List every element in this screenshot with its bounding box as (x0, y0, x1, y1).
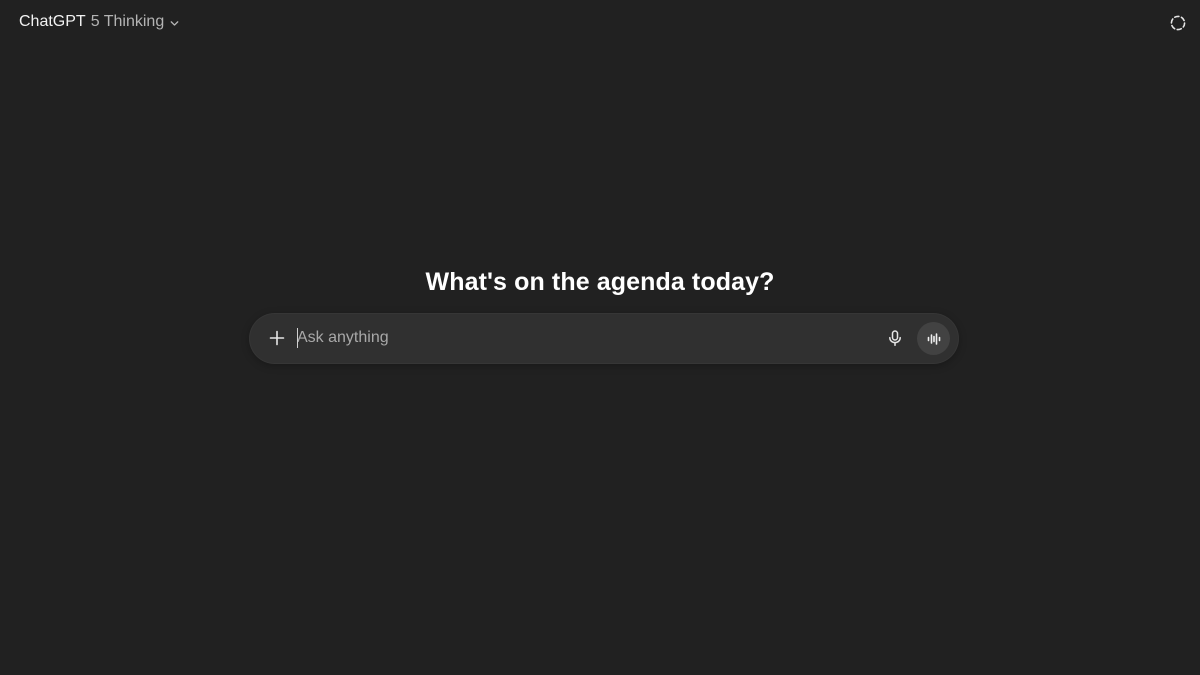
dashed-circle-icon (1169, 14, 1187, 32)
microphone-icon (886, 329, 904, 347)
plus-icon (268, 329, 286, 347)
voice-mode-button[interactable] (917, 322, 950, 355)
chat-app: ChatGPT 5 Thinking What's on the agenda … (0, 0, 1200, 675)
model-brand: ChatGPT (19, 13, 86, 30)
model-version: 5 Thinking (90, 13, 165, 30)
prompt-composer (249, 313, 959, 364)
chevron-down-icon (169, 18, 180, 29)
model-switcher[interactable]: ChatGPT 5 Thinking (12, 8, 187, 36)
add-attachment-button[interactable] (261, 322, 293, 354)
page-headline: What's on the agenda today? (425, 267, 775, 296)
temporary-chat-button[interactable] (1164, 9, 1192, 37)
voice-mode-icon (926, 331, 942, 347)
dictate-button[interactable] (879, 322, 911, 354)
prompt-input[interactable] (297, 325, 857, 351)
text-caret (297, 328, 298, 348)
